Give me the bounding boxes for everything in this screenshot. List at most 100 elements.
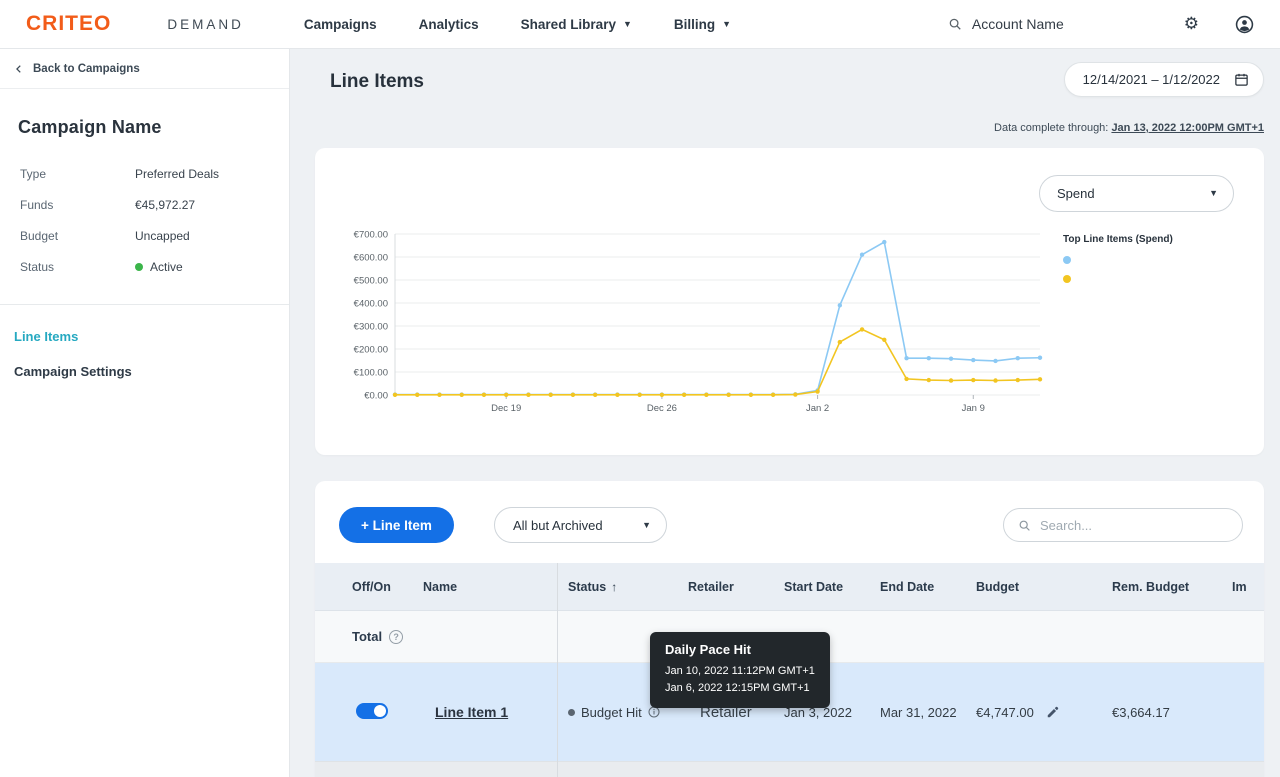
calendar-icon (1234, 72, 1249, 87)
topbar: CRITEO DEMAND Campaigns Analytics Shared… (0, 0, 1280, 49)
nav-analytics-label: Analytics (419, 17, 479, 32)
user-avatar-icon[interactable] (1235, 15, 1254, 34)
line-item-toggle[interactable] (356, 703, 388, 719)
end-date-cell: Mar 31, 2022 (880, 705, 976, 720)
top-nav: Campaigns Analytics Shared Library ▼ Bil… (304, 17, 731, 32)
campaign-name-heading: Campaign Name (18, 117, 271, 138)
account-search[interactable]: Account Name (948, 16, 1064, 32)
total-label: Total (352, 629, 382, 644)
sidebar-item-campaign-settings[interactable]: Campaign Settings (0, 354, 289, 389)
detail-value: Uncapped (135, 229, 190, 243)
metric-selected-value: Spend (1057, 186, 1095, 201)
add-line-item-button[interactable]: + Line Item (339, 507, 454, 543)
edit-budget-pencil-icon[interactable] (1046, 705, 1060, 719)
filter-selected-value: All but Archived (513, 518, 603, 533)
chevron-down-icon: ▼ (1209, 189, 1218, 198)
svg-text:€100.00: €100.00 (354, 368, 388, 379)
campaign-detail-funds: Funds €45,972.27 (0, 189, 289, 220)
nav-shared-library[interactable]: Shared Library ▼ (521, 17, 632, 32)
data-complete-prefix: Data complete through: (994, 122, 1108, 134)
campaign-detail-budget: Budget Uncapped (0, 220, 289, 251)
help-icon[interactable]: ? (389, 630, 403, 644)
svg-text:€0.00: €0.00 (364, 391, 388, 402)
svg-text:€400.00: €400.00 (354, 299, 388, 310)
data-complete-timestamp[interactable]: Jan 13, 2022 12:00PM GMT+1 (1111, 122, 1264, 134)
daily-pace-tooltip: Daily Pace Hit Jan 10, 2022 11:12PM GMT+… (650, 632, 830, 708)
detail-label: Type (20, 167, 135, 181)
column-header-end-date[interactable]: End Date (880, 580, 976, 594)
svg-text:€700.00: €700.00 (354, 230, 388, 241)
table-search (1003, 508, 1243, 542)
svg-text:Dec 26: Dec 26 (647, 403, 677, 414)
detail-value: Preferred Deals (135, 167, 219, 181)
chart-legend: Top Line Items (Spend) (1063, 234, 1253, 283)
toggle-knob (374, 705, 386, 717)
sort-ascending-icon: ↑ (611, 580, 617, 594)
partial-next-row (315, 761, 1264, 777)
column-header-status[interactable]: Status ↑ (568, 580, 688, 594)
data-complete-note: Data complete through: Jan 13, 2022 12:0… (994, 122, 1264, 134)
line-items-table-card: + Line Item All but Archived ▼ Off/On Na… (315, 481, 1264, 777)
column-header-retailer[interactable]: Retailer (688, 580, 784, 594)
chevron-down-icon: ▼ (642, 521, 651, 530)
status-label: Budget Hit (581, 705, 642, 720)
budget-hit-status-dot (568, 709, 575, 716)
date-range-picker[interactable]: 12/14/2021 – 1/12/2022 (1064, 62, 1264, 97)
total-cell: Total ? (352, 629, 568, 644)
line-item-link[interactable]: Line Item 1 (435, 704, 508, 720)
account-name: Account Name (972, 16, 1064, 32)
tooltip-title: Daily Pace Hit (665, 642, 815, 657)
chevron-left-icon (14, 63, 24, 75)
svg-text:€500.00: €500.00 (354, 276, 388, 287)
sidebar-divider (0, 304, 289, 305)
nav-analytics[interactable]: Analytics (419, 17, 479, 32)
chevron-down-icon: ▼ (722, 20, 731, 29)
back-to-campaigns-link[interactable]: Back to Campaigns (0, 49, 289, 89)
column-header-rem-budget[interactable]: Rem. Budget (1112, 580, 1232, 594)
column-header-budget[interactable]: Budget (976, 580, 1112, 594)
app-window: CRITEO DEMAND Campaigns Analytics Shared… (0, 0, 1280, 777)
status-value: Active (150, 260, 183, 274)
column-header-impressions[interactable]: Im (1232, 580, 1264, 594)
archive-filter-dropdown[interactable]: All but Archived ▼ (494, 507, 667, 543)
detail-value: Active (135, 260, 183, 274)
nav-billing[interactable]: Billing ▼ (674, 17, 731, 32)
criteo-logo[interactable]: CRITEO (26, 12, 111, 36)
table-header-row: Off/On Name Status ↑ Retailer Start Date… (315, 563, 1264, 611)
nav-billing-label: Billing (674, 17, 715, 32)
column-header-name[interactable]: Name (423, 580, 568, 594)
svg-text:€300.00: €300.00 (354, 322, 388, 333)
legend-dot[interactable] (1063, 275, 1071, 283)
main-content: Line Items 12/14/2021 – 1/12/2022 Data c… (290, 49, 1280, 777)
product-name: DEMAND (167, 17, 244, 32)
off-on-cell (352, 703, 423, 722)
column-header-start-date[interactable]: Start Date (784, 580, 880, 594)
detail-label: Funds (20, 198, 135, 212)
name-cell: Line Item 1 (423, 704, 568, 720)
frozen-column-divider (557, 563, 558, 777)
svg-text:€600.00: €600.00 (354, 253, 388, 264)
settings-gear-icon[interactable]: ⚙ (1184, 14, 1199, 34)
sidebar-item-line-items[interactable]: Line Items (0, 319, 289, 354)
rem-budget-cell: €3,664.17 (1112, 705, 1232, 720)
tooltip-line: Jan 6, 2022 12:15PM GMT+1 (665, 680, 815, 697)
legend-dot[interactable] (1063, 256, 1071, 264)
campaign-sidebar: Back to Campaigns Campaign Name Type Pre… (0, 49, 290, 777)
active-status-dot (135, 263, 143, 271)
legend-title: Top Line Items (Spend) (1063, 234, 1253, 245)
svg-text:Dec 19: Dec 19 (491, 403, 521, 414)
svg-text:Jan 9: Jan 9 (962, 403, 985, 414)
search-input[interactable] (1040, 518, 1228, 533)
column-header-off-on[interactable]: Off/On (352, 580, 423, 594)
metric-select-dropdown[interactable]: Spend ▼ (1039, 175, 1234, 212)
svg-text:Jan 2: Jan 2 (806, 403, 829, 414)
campaign-detail-type: Type Preferred Deals (0, 158, 289, 189)
spend-chart-card: Spend ▼ €0.00€100.00€200.00€300.00€400.0… (315, 148, 1264, 455)
campaign-detail-status: Status Active (0, 251, 289, 282)
back-label: Back to Campaigns (33, 63, 140, 75)
chevron-down-icon: ▼ (623, 20, 632, 29)
budget-value: €4,747.00 (976, 705, 1034, 720)
search-icon (1018, 519, 1031, 532)
budget-cell: €4,747.00 (976, 705, 1112, 720)
nav-campaigns[interactable]: Campaigns (304, 17, 377, 32)
